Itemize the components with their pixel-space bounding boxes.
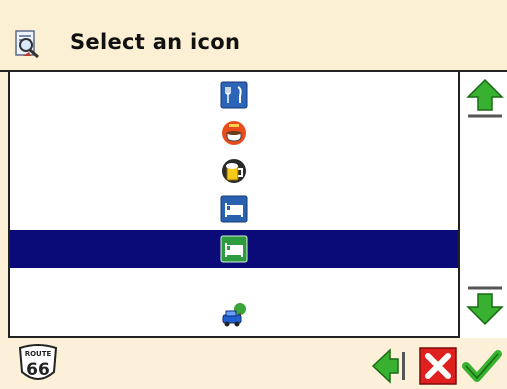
restaurant-icon	[220, 81, 248, 109]
arrow-up-icon[interactable]	[466, 78, 504, 118]
route-sign-label: ROUTE	[25, 350, 52, 358]
hotel-bed-icon	[220, 195, 248, 223]
magnifier-document-icon	[15, 30, 39, 58]
coffee-icon	[222, 121, 246, 145]
list-item-selected[interactable]	[10, 230, 458, 268]
route-66-sign-icon[interactable]: ROUTE 66	[16, 342, 60, 386]
confirm-button[interactable]	[462, 346, 502, 386]
list-item[interactable]	[10, 76, 458, 114]
arrow-down-icon[interactable]	[466, 286, 504, 326]
bottom-toolbar: ROUTE 66	[0, 338, 507, 389]
hotel-bed-green-icon	[220, 235, 248, 263]
list-item[interactable]	[10, 114, 458, 152]
cancel-button[interactable]	[418, 346, 458, 386]
list-item[interactable]	[10, 152, 458, 190]
icon-list[interactable]	[8, 72, 460, 338]
list-item[interactable]	[10, 296, 458, 334]
beer-icon	[222, 159, 246, 183]
back-button[interactable]	[370, 346, 410, 386]
title-bar: Select an icon	[0, 0, 507, 72]
list-item[interactable]	[10, 190, 458, 228]
page-title: Select an icon	[70, 30, 241, 54]
car-tree-icon	[222, 303, 246, 327]
route-sign-number: 66	[26, 360, 50, 380]
list-scrollbar[interactable]	[460, 72, 507, 338]
